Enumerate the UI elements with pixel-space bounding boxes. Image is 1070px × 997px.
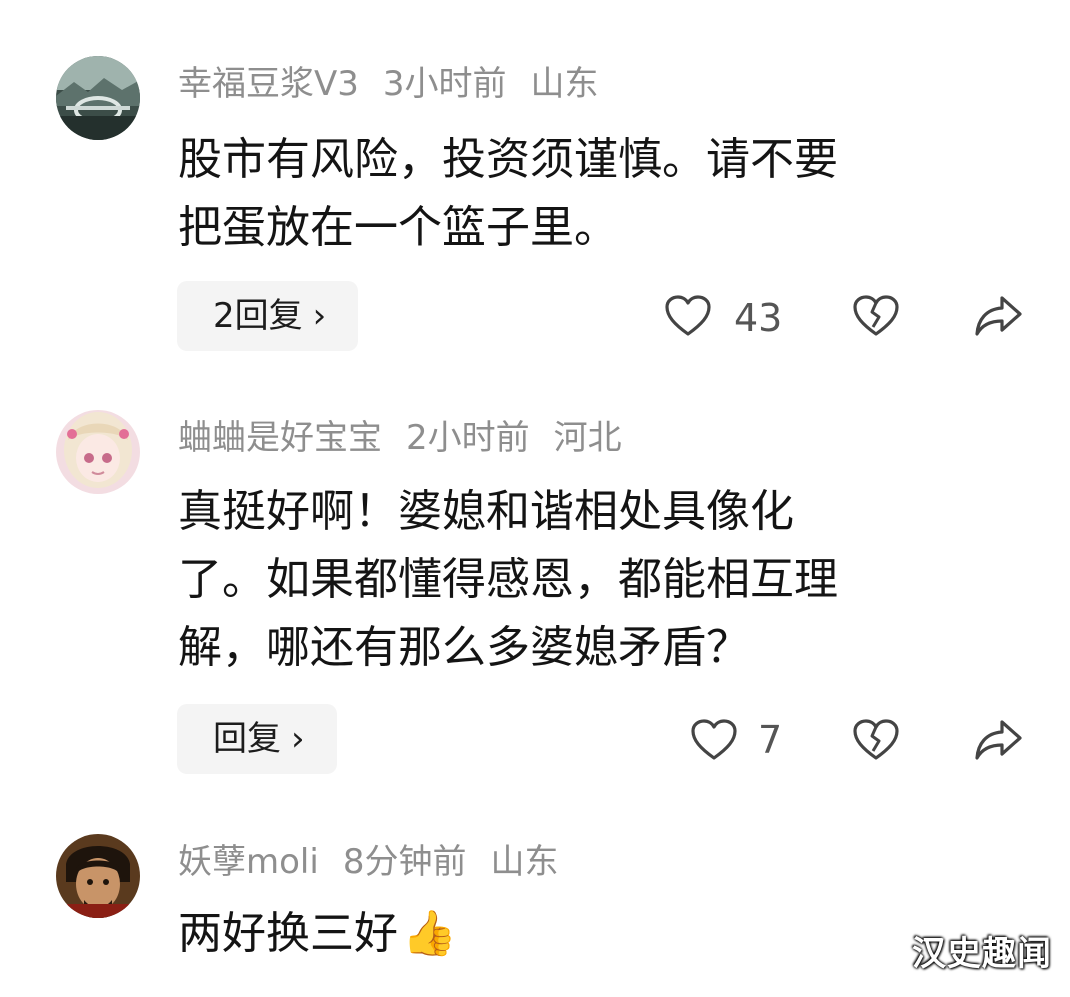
comment-text: 两好换三好👍 xyxy=(178,900,1008,968)
avatar-landscape-image xyxy=(56,56,140,140)
share-button[interactable] xyxy=(974,294,1024,342)
reply-label: 2回复 xyxy=(213,296,303,336)
location: 山东 xyxy=(530,64,599,104)
chevron-right-icon: › xyxy=(291,719,305,759)
comment-text-line: 股市有风险，投资须谨慎。请不要 xyxy=(178,134,838,185)
broken-heart-icon xyxy=(853,295,899,336)
heart-outline-icon xyxy=(691,719,737,760)
thumbs-up-emoji: 👍 xyxy=(402,908,457,959)
like-button[interactable] xyxy=(690,718,738,766)
reply-button[interactable]: 回复 › xyxy=(177,704,337,774)
location: 山东 xyxy=(490,842,559,882)
like-button[interactable] xyxy=(664,294,712,342)
reply-label: 回复 xyxy=(213,719,281,759)
reply-button[interactable]: 2回复 › xyxy=(177,281,359,351)
location: 河北 xyxy=(553,418,622,458)
comment-meta: 妖孽moli 8分钟前 山东 xyxy=(178,842,582,882)
avatar[interactable] xyxy=(56,410,140,494)
watermark: 汉史趣闻 xyxy=(912,934,1052,974)
comment-text-line: 了。如果都懂得感恩，都能相互理 xyxy=(178,554,838,605)
comment-text-line: 两好换三好 xyxy=(178,908,398,959)
share-button[interactable] xyxy=(974,718,1024,766)
dislike-button[interactable] xyxy=(852,718,900,766)
dislike-button[interactable] xyxy=(852,294,900,342)
timestamp: 8分钟前 xyxy=(342,842,467,882)
share-arrow-icon xyxy=(975,720,1022,760)
heart-outline-icon xyxy=(665,295,711,336)
timestamp: 3小时前 xyxy=(382,64,507,104)
timestamp: 2小时前 xyxy=(406,418,530,458)
comment-meta: 幸福豆浆V3 3小时前 山东 xyxy=(178,64,623,104)
avatar[interactable] xyxy=(56,834,140,918)
username[interactable]: 蛐蛐是好宝宝 xyxy=(178,418,382,458)
chevron-right-icon: › xyxy=(312,296,327,336)
like-count: 43 xyxy=(734,296,783,340)
username[interactable]: 妖孽moli xyxy=(178,842,319,882)
comment-text-line: 把蛋放在一个篮子里。 xyxy=(178,202,618,253)
share-arrow-icon xyxy=(975,296,1022,336)
comment-text: 真挺好啊！婆媳和谐相处具像化 了。如果都懂得感恩，都能相互理 解，哪还有那么多婆… xyxy=(178,478,1008,682)
like-count: 7 xyxy=(758,718,783,762)
avatar[interactable] xyxy=(56,56,140,140)
comment-text-line: 真挺好啊！婆媳和谐相处具像化 xyxy=(178,486,794,537)
comment-text: 股市有风险，投资须谨慎。请不要 把蛋放在一个篮子里。 xyxy=(178,126,1008,262)
comment-text-line: 解，哪还有那么多婆媳矛盾？ xyxy=(178,622,750,673)
username[interactable]: 幸福豆浆V3 xyxy=(178,64,359,104)
broken-heart-icon xyxy=(853,719,899,760)
avatar-anime-girl-image xyxy=(56,410,140,494)
comment-meta: 蛐蛐是好宝宝 2小时前 河北 xyxy=(178,418,646,458)
avatar-portrait-image xyxy=(56,834,140,918)
